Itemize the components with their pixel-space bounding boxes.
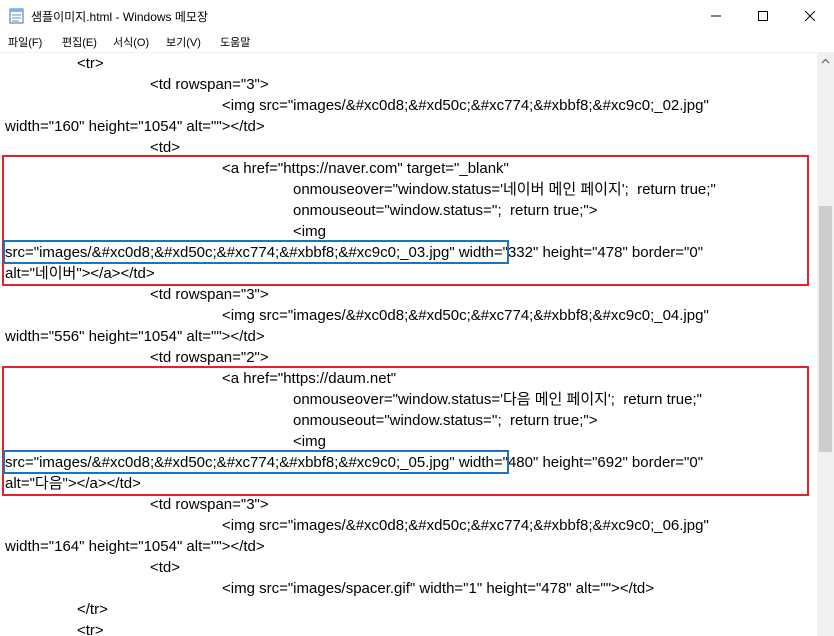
daum-link-highlight [2,366,809,496]
daum-src-highlight [3,450,509,474]
code-line: <img src="images/spacer.gif" width="1" h… [222,580,655,597]
code-line: <td rowspan="3"> [150,286,269,303]
code-line: <tr> [77,55,104,72]
code-line: <td> [150,559,181,576]
chevron-up-icon [821,58,830,63]
code-line: <img src="images/&#xc0d8;&#xd50c;&#xc774… [222,97,709,114]
menu-bar: 파일(F) 편집(E) 서식(O) 보기(V) 도움말 [0,31,834,52]
naver-src-highlight [3,240,509,264]
text-editor[interactable]: <tr> <td rowspan="3"> <img src="images/&… [0,52,817,636]
code-line: <td rowspan="3"> [150,76,269,93]
vertical-scrollbar[interactable] [817,52,834,636]
minimize-button[interactable] [693,0,739,31]
maximize-icon [758,10,768,21]
menu-edit[interactable]: 편집(E) [62,34,97,50]
menu-help[interactable]: 도움말 [220,34,250,50]
scroll-up-button[interactable] [817,52,834,69]
menu-format[interactable]: 서식(O) [113,34,149,50]
naver-link-highlight [2,155,809,286]
code-line: width="160" height="1054" alt=""></td> [5,118,265,135]
code-line: <td rowspan="2"> [150,349,269,366]
code-line: width="556" height="1054" alt=""></td> [5,328,265,345]
menu-file[interactable]: 파일(F) [8,34,42,50]
title-bar: 샘플이미지.html - Windows 메모장 [0,0,834,31]
notepad-icon [9,8,24,24]
close-button[interactable] [787,0,833,31]
code-line: <img src="images/&#xc0d8;&#xd50c;&#xc774… [222,517,709,534]
code-line: </tr> [77,601,108,618]
close-icon [805,10,815,21]
code-line: <td rowspan="3"> [150,496,269,513]
maximize-button[interactable] [740,0,786,31]
window-title: 샘플이미지.html - Windows 메모장 [31,10,209,24]
menu-view[interactable]: 보기(V) [166,34,201,50]
scrollbar-thumb[interactable] [819,206,832,452]
code-line: width="164" height="1054" alt=""></td> [5,538,265,555]
minimize-icon [711,15,721,16]
code-line: <img src="images/&#xc0d8;&#xd50c;&#xc774… [222,307,709,324]
code-line: <tr> [77,622,104,636]
